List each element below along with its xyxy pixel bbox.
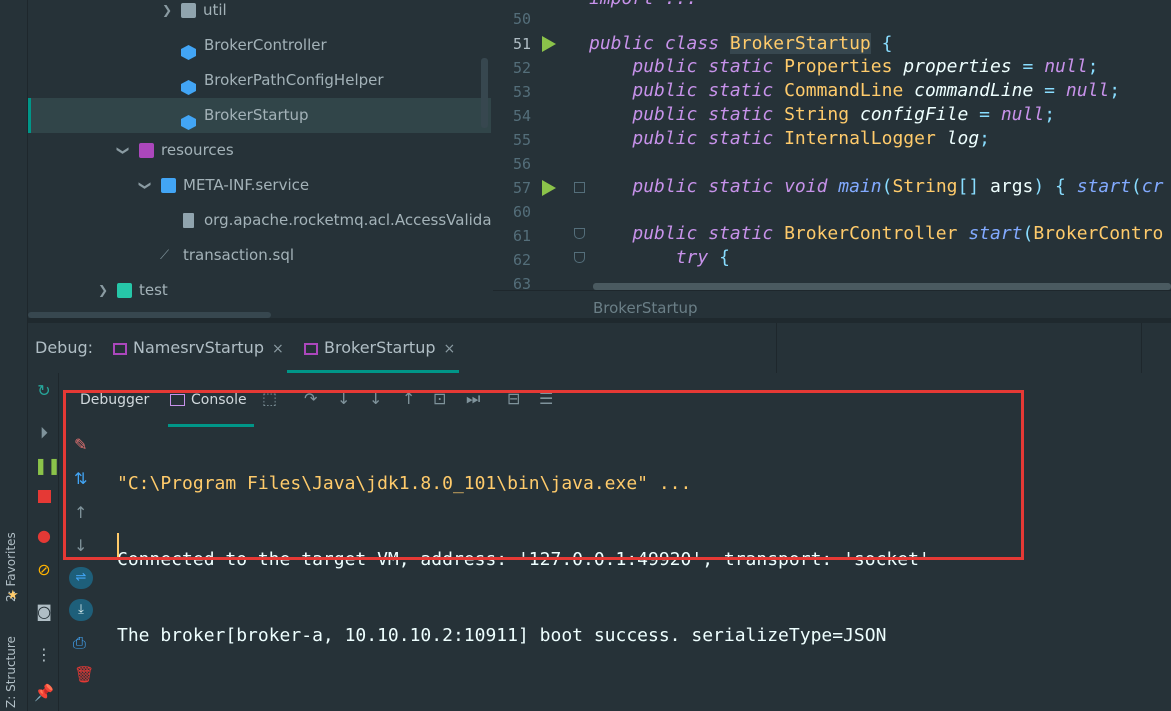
- pause-icon[interactable]: ❚❚: [34, 456, 61, 475]
- folder-icon: [161, 178, 176, 193]
- chevron-down-icon[interactable]: ❯: [128, 180, 163, 190]
- run-config-icon: [304, 342, 318, 355]
- tree-item-label: util: [203, 1, 227, 19]
- pin-icon[interactable]: 📌: [34, 683, 54, 702]
- line-number: 55: [512, 131, 531, 149]
- rerun-icon[interactable]: ↻: [34, 381, 54, 400]
- import-folded: import ...: [589, 0, 697, 9]
- tree-item-label: BrokerStartup: [204, 106, 309, 124]
- tree-item-label: BrokerController: [204, 36, 327, 54]
- class-icon: [181, 73, 196, 95]
- line-number: 62: [512, 251, 531, 269]
- line-number: 57: [512, 179, 531, 197]
- line-number: 56: [512, 155, 531, 173]
- debug-label: Debug:: [35, 338, 94, 357]
- tab-label: BrokerStartup: [324, 338, 436, 357]
- folder-icon: [181, 3, 196, 18]
- print-icon[interactable]: ⎙: [73, 633, 86, 653]
- tree-item-label: test: [139, 281, 168, 299]
- tab-brokerstartup[interactable]: BrokerStartup ×: [304, 323, 455, 373]
- stop-icon[interactable]: [34, 488, 54, 507]
- chevron-right-icon[interactable]: ❯: [162, 0, 172, 28]
- tree-item-resources[interactable]: ❯ resources: [28, 133, 491, 168]
- tree-item-brokercontroller[interactable]: BrokerController: [28, 28, 491, 63]
- code-line-50: import ...: [589, 0, 697, 9]
- tree-item-meta-inf[interactable]: ❯ META-INF.service: [28, 168, 491, 203]
- structure-tab[interactable]: Z: Structure: [4, 628, 24, 708]
- scroll-to-end-icon[interactable]: ⤓: [69, 598, 93, 621]
- tree-item-transaction-sql[interactable]: ⟋ transaction.sql: [28, 238, 491, 273]
- debug-tab-bar: Debug: NamesrvStartup × BrokerStartup ×: [28, 318, 1171, 373]
- divider: [1141, 323, 1142, 373]
- tab-namesrvstartup[interactable]: NamesrvStartup ×: [113, 323, 284, 373]
- tree-item-label: transaction.sql: [183, 246, 295, 264]
- code-line-53: public static CommandLine commandLine = …: [632, 80, 1121, 101]
- tree-item-util[interactable]: ❯ util: [28, 0, 491, 28]
- tree-item-label: org.apache.rocketmq.acl.AccessValidato: [204, 211, 491, 229]
- class-icon: [181, 38, 196, 60]
- selection-marker: [28, 98, 31, 133]
- close-icon[interactable]: ×: [444, 341, 456, 357]
- tree-item-label: resources: [161, 141, 234, 159]
- line-number: 52: [512, 59, 531, 77]
- star-icon: ★: [7, 588, 19, 603]
- sql-file-icon: ⟋: [160, 248, 170, 263]
- line-number: 53: [512, 83, 531, 101]
- tree-item-label: META-INF.service: [183, 176, 310, 194]
- fold-icon[interactable]: [574, 228, 585, 239]
- editor-horizontal-scrollbar[interactable]: [593, 283, 1171, 290]
- tree-item-accessvalidator[interactable]: org.apache.rocketmq.acl.AccessValidato: [28, 203, 491, 238]
- soft-wrap-icon[interactable]: ⇌: [69, 566, 93, 589]
- chevron-right-icon[interactable]: ❯: [98, 273, 108, 308]
- test-folder-icon: [117, 283, 132, 298]
- mute-breakpoints-icon[interactable]: ⊘: [34, 560, 54, 579]
- highlight-box: [63, 390, 1024, 560]
- code-line-62: try {: [675, 247, 730, 268]
- run-icon[interactable]: [542, 36, 556, 56]
- chevron-down-icon[interactable]: ❯: [106, 145, 141, 155]
- line-number: 60: [512, 203, 531, 221]
- code-line-57: public static void main(String[] args) {…: [632, 176, 1164, 197]
- console-line: The broker[broker-a, 10.10.10.2:10911] b…: [117, 625, 887, 646]
- line-number: 51: [512, 35, 531, 53]
- tree-item-brokerpathconfighelper[interactable]: BrokerPathConfigHelper: [28, 63, 491, 98]
- file-icon: [183, 213, 194, 228]
- tab-label: NamesrvStartup: [133, 338, 264, 357]
- code-line-55: public static InternalLogger log;: [632, 128, 990, 149]
- more-icon[interactable]: ⋮: [34, 645, 54, 664]
- code-line-52: public static Properties properties = nu…: [632, 56, 1099, 77]
- editor-gutter: 50 51 52 53 54 55 56 57 60 61 62 63: [493, 0, 586, 293]
- left-tool-stripe: 2: Favorites ★ Z: Structure: [0, 0, 28, 711]
- resume-icon[interactable]: ⏵: [34, 423, 54, 443]
- editor-breadcrumb[interactable]: BrokerStartup: [493, 290, 1171, 318]
- fold-icon[interactable]: [574, 182, 585, 193]
- breakpoints-icon[interactable]: ●: [34, 526, 54, 545]
- line-number: 50: [512, 10, 531, 28]
- resources-folder-icon: [139, 143, 154, 158]
- run-icon[interactable]: [542, 180, 556, 200]
- code-line-54: public static String configFile = null;: [632, 104, 1056, 125]
- class-icon: [181, 108, 196, 130]
- camera-icon[interactable]: ◙: [34, 602, 54, 621]
- trash-icon[interactable]: 🗑: [74, 665, 94, 684]
- line-number: 54: [512, 107, 531, 125]
- code-editor[interactable]: 50 51 52 53 54 55 56 57 60 61 62 63 impo…: [493, 0, 1171, 318]
- tree-item-test[interactable]: ❯ test: [28, 273, 491, 308]
- divider: [776, 323, 777, 373]
- project-tree: ❯ util BrokerController BrokerPathConfig…: [28, 0, 491, 318]
- close-icon[interactable]: ×: [272, 341, 284, 357]
- tree-vertical-scrollbar[interactable]: [481, 58, 488, 128]
- tree-item-brokerstartup[interactable]: BrokerStartup: [28, 98, 491, 133]
- fold-icon[interactable]: [574, 252, 585, 263]
- tree-item-label: BrokerPathConfigHelper: [204, 71, 384, 89]
- run-config-icon: [113, 342, 127, 355]
- debug-toolbar: ↻ ⏵ ❚❚ ● ⊘ ◙ ⋮ 📌: [28, 373, 61, 711]
- line-number: 61: [512, 227, 531, 245]
- code-line-51: public class BrokerStartup {: [589, 33, 893, 54]
- code-line-61: public static BrokerController start(Bro…: [632, 223, 1164, 244]
